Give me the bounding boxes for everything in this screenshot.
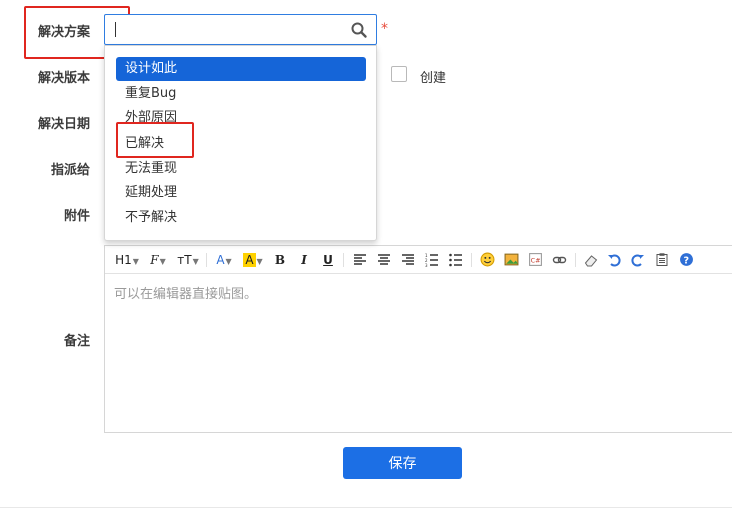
link-icon[interactable] (552, 253, 567, 267)
help-icon[interactable]: ? (679, 252, 694, 267)
attachment-label: 附件 (63, 209, 90, 224)
align-right-icon[interactable] (401, 253, 415, 267)
align-left-icon[interactable] (353, 253, 367, 267)
comment-editor[interactable]: H1▼ F▼ тT▼ A▼ A ▼ B I U 123 C# ? 可以在编辑器直接… (104, 245, 732, 433)
redo-icon[interactable] (631, 253, 645, 267)
date-label: 解决日期 (37, 117, 90, 132)
editor-placeholder: 可以在编辑器直接贴图。 (114, 287, 258, 302)
option-wont-fix[interactable]: 不予解决 (116, 206, 366, 230)
underline-button[interactable]: U (321, 250, 335, 270)
option-cannot-reproduce[interactable]: 无法重现 (116, 157, 366, 181)
option-fixed-highlight (116, 122, 194, 158)
heading-button[interactable]: H1▼ (113, 250, 141, 270)
option-by-design[interactable]: 设计如此 (116, 57, 366, 81)
assign-to-label: 指派给 (50, 163, 90, 178)
code-icon[interactable]: C# (528, 252, 543, 267)
image-icon[interactable] (504, 252, 519, 267)
text-caret (115, 22, 116, 37)
paste-icon[interactable] (655, 252, 669, 267)
svg-text:C#: C# (531, 257, 541, 265)
search-icon[interactable] (350, 21, 368, 39)
editor-toolbar: H1▼ F▼ тT▼ A▼ A ▼ B I U 123 C# ? (105, 246, 732, 274)
background-color-button[interactable]: A ▼ (241, 250, 265, 270)
font-color-button[interactable]: A▼ (213, 250, 235, 270)
version-label: 解决版本 (37, 71, 90, 86)
create-version-label: 创建 (420, 71, 447, 86)
font-family-button[interactable]: F▼ (145, 250, 171, 270)
save-button[interactable]: 保存 (343, 447, 462, 479)
font-size-button[interactable]: тT▼ (175, 250, 201, 270)
bullet-list-icon[interactable] (449, 253, 463, 267)
svg-text:3: 3 (425, 263, 428, 267)
emoji-icon[interactable] (480, 252, 495, 267)
align-center-icon[interactable] (377, 253, 391, 267)
resolution-select[interactable] (104, 14, 377, 45)
undo-icon[interactable] (607, 253, 621, 267)
option-duplicate-bug[interactable]: 重复Bug (116, 82, 366, 106)
svg-text:?: ? (684, 255, 690, 266)
comment-label: 备注 (63, 334, 90, 349)
ordered-list-icon[interactable]: 123 (425, 253, 439, 267)
bottom-divider (0, 507, 732, 508)
italic-button[interactable]: I (297, 250, 311, 270)
create-version-checkbox[interactable] (391, 66, 407, 82)
option-postponed[interactable]: 延期处理 (116, 181, 366, 205)
required-mark: * (381, 21, 388, 37)
eraser-icon[interactable] (583, 253, 598, 267)
bold-button[interactable]: B (273, 250, 287, 270)
